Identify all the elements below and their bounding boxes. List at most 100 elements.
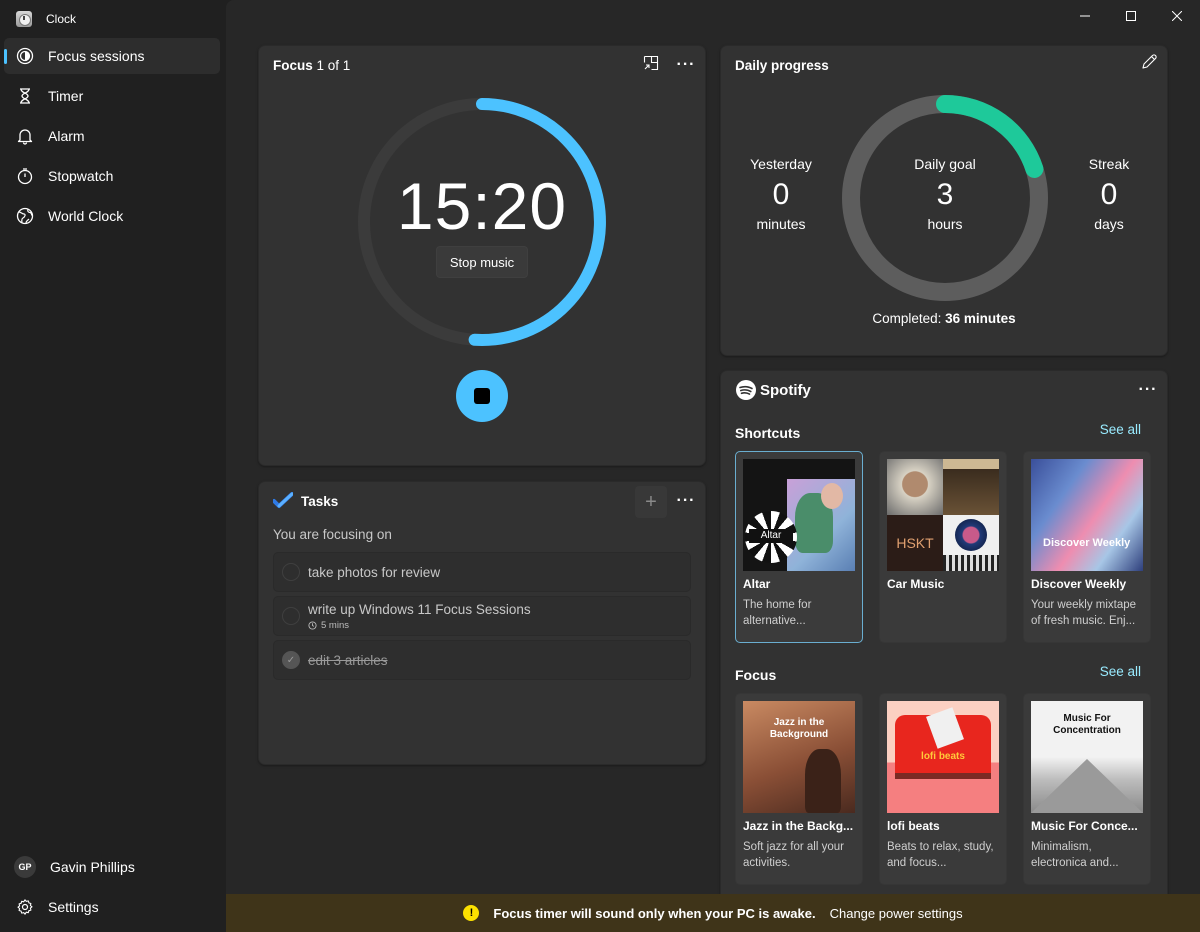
- user-account[interactable]: GP Gavin Phillips: [4, 849, 220, 885]
- task-item[interactable]: write up Windows 11 Focus Sessions 5 min…: [273, 596, 691, 636]
- close-button[interactable]: [1154, 0, 1200, 32]
- clock-icon: [308, 620, 317, 630]
- todo-check-icon: [272, 492, 294, 515]
- playlist-name: Music For Conce...: [1031, 819, 1138, 833]
- task-checkbox[interactable]: [282, 607, 300, 625]
- yesterday-label: Yesterday: [750, 156, 812, 172]
- daily-progress-title: Daily progress: [735, 58, 829, 73]
- shortcuts-see-all-link[interactable]: See all: [1100, 422, 1141, 437]
- streak-value: 0: [1100, 178, 1118, 211]
- completed-summary: Completed: 36 minutes: [721, 311, 1167, 326]
- yesterday-value: 0: [772, 178, 790, 211]
- completed-label: Completed:: [872, 311, 942, 326]
- stop-focus-button[interactable]: [456, 370, 508, 422]
- focus-card-title: Focus 1 of 1: [273, 58, 350, 73]
- sidebar: Clock Focus sessions Timer Alarm Stopwat…: [0, 0, 226, 932]
- compact-overlay-icon: [643, 55, 659, 76]
- compact-overlay-button[interactable]: [637, 51, 665, 79]
- spotify-card: Spotify ··· Shortcuts See all Altar Alta…: [720, 370, 1168, 900]
- sidebar-item-label: Focus sessions: [48, 48, 145, 64]
- playlist-tile-altar[interactable]: Altar Altar The home for alternative...: [735, 451, 863, 643]
- playlist-tile-discover-weekly[interactable]: Discover Weekly Discover Weekly Your wee…: [1023, 451, 1151, 643]
- task-text: write up Windows 11 Focus Sessions: [308, 601, 531, 617]
- streak-unit: days: [1094, 216, 1124, 232]
- maximize-icon: [1126, 11, 1136, 21]
- lofi-cover-art: lofi beats: [887, 701, 999, 813]
- task-checkbox[interactable]: [282, 563, 300, 581]
- sidebar-footer: GP Gavin Phillips Settings: [4, 849, 220, 929]
- playlist-tile-lofi[interactable]: lofi beats lofi beats Beats to relax, st…: [879, 693, 1007, 885]
- sidebar-item-label: World Clock: [48, 208, 124, 224]
- sidebar-item-label: Settings: [48, 899, 99, 915]
- daily-progress-card: Daily progress Yesterday 0 minutes Daily…: [720, 45, 1168, 356]
- focus-playlists-title: Focus: [735, 667, 777, 683]
- focus-see-all-link[interactable]: See all: [1100, 664, 1141, 679]
- task-text: edit 3 articles: [308, 652, 388, 668]
- playlist-description: The home for alternative...: [743, 599, 812, 627]
- playlist-name: Discover Weekly: [1031, 577, 1127, 591]
- avatar: GP: [14, 856, 36, 878]
- sidebar-item-settings[interactable]: Settings: [4, 889, 220, 925]
- pencil-icon: [1141, 53, 1157, 75]
- playlist-name: Car Music: [887, 577, 945, 591]
- window-controls: [1062, 0, 1200, 32]
- main-content: Focus 1 of 1 ··· 15:20 Stop music Tasks: [226, 0, 1200, 932]
- playlist-tile-car-music[interactable]: HSKT Car Music: [879, 451, 1007, 643]
- plus-icon: +: [645, 490, 657, 513]
- sidebar-item-label: Timer: [48, 88, 84, 104]
- app-title-bar: Clock: [16, 9, 76, 29]
- stop-icon: [474, 388, 490, 404]
- focusing-on-label: You are focusing on: [273, 527, 392, 542]
- altar-cover-art: Altar: [743, 459, 855, 571]
- sidebar-item-alarm[interactable]: Alarm: [4, 118, 220, 154]
- task-duration: 5 mins: [308, 620, 531, 631]
- yesterday-unit: minutes: [756, 216, 806, 232]
- minimize-button[interactable]: [1062, 0, 1108, 32]
- task-item[interactable]: take photos for review: [273, 552, 691, 592]
- focus-more-options-button[interactable]: ···: [672, 51, 700, 79]
- tasks-more-options-button[interactable]: ···: [672, 487, 700, 515]
- task-checkbox-checked[interactable]: ✓: [282, 651, 300, 669]
- more-options-icon: ···: [1138, 381, 1158, 398]
- add-task-button[interactable]: +: [635, 486, 667, 518]
- globe-icon: [16, 207, 34, 225]
- playlist-tile-jazz[interactable]: Jazz in the Background Jazz in the Backg…: [735, 693, 863, 885]
- spotify-logo: Spotify: [735, 379, 811, 401]
- cover-art-text: Jazz in the Background: [769, 717, 829, 740]
- maximize-button[interactable]: [1108, 0, 1154, 32]
- yesterday-stat: Yesterday 0 minutes: [721, 156, 841, 232]
- spotify-icon: [736, 380, 756, 400]
- tasks-title: Tasks: [301, 494, 339, 509]
- clock-app-icon: [16, 11, 32, 27]
- stop-music-button[interactable]: Stop music: [436, 246, 528, 278]
- power-notice-bar: ! Focus timer will sound only when your …: [226, 894, 1200, 932]
- focus-timer-card: Focus 1 of 1 ··· 15:20 Stop music: [258, 45, 706, 466]
- cover-art-text: Music For Concentration: [1053, 713, 1121, 736]
- task-text: take photos for review: [308, 564, 441, 580]
- playlist-tile-concentration[interactable]: Music For Concentration Music For Conce.…: [1023, 693, 1151, 885]
- edit-goals-button[interactable]: [1135, 50, 1163, 78]
- playlist-name: Jazz in the Backg...: [743, 819, 854, 833]
- daily-goal-unit: hours: [927, 216, 963, 232]
- playlist-description: Minimalism, electronica and...: [1031, 841, 1119, 869]
- concentration-cover-art: Music For Concentration: [1031, 701, 1143, 813]
- app-title: Clock: [46, 12, 77, 26]
- tasks-card: Tasks + ··· You are focusing on take pho…: [258, 481, 706, 765]
- jazz-cover-art: Jazz in the Background: [743, 701, 855, 813]
- sidebar-item-world-clock[interactable]: World Clock: [4, 198, 220, 234]
- close-icon: [1172, 11, 1182, 21]
- completed-value: 36 minutes: [945, 311, 1016, 326]
- focus-title-label: Focus: [273, 58, 313, 73]
- notice-message: Focus timer will sound only when your PC…: [493, 905, 816, 921]
- hourglass-icon: [16, 87, 34, 105]
- sidebar-item-timer[interactable]: Timer: [4, 78, 220, 114]
- spotify-more-options-button[interactable]: ···: [1134, 376, 1162, 404]
- sidebar-item-focus-sessions[interactable]: Focus sessions: [4, 38, 220, 74]
- change-power-settings-link[interactable]: Change power settings: [830, 906, 963, 921]
- cover-art-text: lofi beats: [921, 751, 965, 762]
- task-item[interactable]: ✓ edit 3 articles: [273, 640, 691, 680]
- sidebar-item-stopwatch[interactable]: Stopwatch: [4, 158, 220, 194]
- discover-weekly-cover-art: Discover Weekly: [1031, 459, 1143, 571]
- time-remaining: 15:20: [396, 169, 568, 243]
- daily-goal-label: Daily goal: [914, 156, 976, 172]
